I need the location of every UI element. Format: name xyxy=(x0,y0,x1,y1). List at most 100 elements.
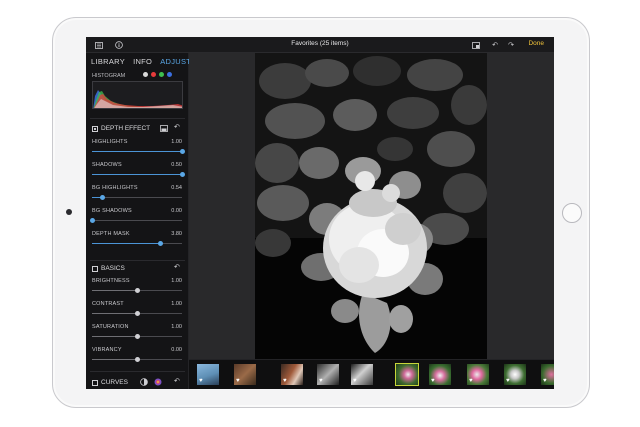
slider-handle[interactable] xyxy=(100,195,106,200)
slider-track[interactable] xyxy=(89,218,182,223)
histogram-graph xyxy=(92,81,183,109)
slider-handle[interactable] xyxy=(134,288,140,293)
slider-track[interactable] xyxy=(92,288,182,293)
slider-track[interactable] xyxy=(92,149,185,154)
slider-depth-mask[interactable]: Depth Mask 3.80 xyxy=(92,231,182,251)
slider-vibrancy[interactable]: Vibrancy 0.00 xyxy=(92,347,182,367)
basics-label: Basics xyxy=(101,265,125,272)
luminance-channel-toggle[interactable] xyxy=(143,72,148,77)
slider-handle[interactable] xyxy=(89,218,95,223)
depth-effect-label: Depth Effect xyxy=(101,125,151,132)
curves-header[interactable]: Curves xyxy=(92,379,128,386)
thumbnail[interactable]: ♥ xyxy=(429,364,451,385)
image-canvas[interactable] xyxy=(189,53,554,359)
section-divider xyxy=(90,371,185,372)
favorite-heart-icon: ♥ xyxy=(236,378,240,384)
slider-value: 0.54 xyxy=(171,185,182,191)
slider-value: 1.00 xyxy=(171,301,182,307)
thumbnail[interactable]: ♥ xyxy=(467,364,489,385)
compare-icon[interactable] xyxy=(471,40,481,50)
thumbnail[interactable]: ♥ xyxy=(281,364,303,385)
thumbnail[interactable]: ♥ xyxy=(317,364,339,385)
slider-label: Depth Mask xyxy=(92,231,130,237)
slider-track[interactable] xyxy=(92,195,182,200)
histogram-label: HISTOGRAM xyxy=(92,73,126,79)
curves-reset-icon[interactable]: ↶ xyxy=(174,377,180,385)
favorite-heart-icon: ♥ xyxy=(283,378,287,384)
slider-track[interactable] xyxy=(92,334,182,339)
slider-fill xyxy=(92,151,182,152)
slider-label: Saturation xyxy=(92,324,129,330)
slider-highlights[interactable]: Highlights 1.00 xyxy=(92,139,185,159)
depth-effect-header[interactable]: Depth Effect xyxy=(92,125,150,132)
slider-handle[interactable] xyxy=(134,311,140,316)
slider-label: Brightness xyxy=(92,278,130,284)
thumbnail-selected[interactable] xyxy=(395,363,419,386)
thumbnail[interactable]: ♥ xyxy=(351,364,373,385)
slider-handle[interactable] xyxy=(134,334,140,339)
undo-icon[interactable]: ↶ xyxy=(490,40,500,50)
slider-bg-shadows[interactable]: Bg Shadows 0.00 xyxy=(89,208,182,228)
slider-handle[interactable] xyxy=(134,357,140,362)
top-toolbar: Favorites (25 items) ↶ ↷ Done xyxy=(86,37,554,53)
slider-handle[interactable] xyxy=(179,172,185,177)
depth-effect-reset-icon[interactable]: ↶ xyxy=(174,123,180,131)
done-button[interactable]: Done xyxy=(528,40,544,47)
slider-track[interactable] xyxy=(92,241,182,246)
red-channel-toggle[interactable] xyxy=(151,72,156,77)
slider-label: Highlights xyxy=(92,139,128,145)
slider-fill xyxy=(92,243,161,244)
home-button[interactable] xyxy=(562,203,582,223)
thumbnail[interactable]: ♥ xyxy=(541,364,554,385)
slider-fill xyxy=(92,313,137,314)
basics-reset-icon[interactable]: ↶ xyxy=(174,263,180,271)
tab-adjust[interactable]: ADJUST xyxy=(160,57,191,66)
slider-track[interactable] xyxy=(92,357,182,362)
favorite-heart-icon: ♥ xyxy=(199,378,203,384)
green-channel-toggle[interactable] xyxy=(159,72,164,77)
slider-bg-highlights[interactable]: Bg Highlights 0.54 xyxy=(92,185,182,205)
slider-track[interactable] xyxy=(92,172,185,177)
slider-handle[interactable] xyxy=(179,149,185,154)
slider-track[interactable] xyxy=(92,311,182,316)
slider-fill xyxy=(92,290,137,291)
basics-header[interactable]: Basics xyxy=(92,265,125,272)
favorite-heart-icon: ♥ xyxy=(543,378,547,384)
favorite-heart-icon: ♥ xyxy=(506,378,510,384)
slider-brightness[interactable]: Brightness 1.00 xyxy=(92,278,182,298)
app-screen: Favorites (25 items) ↶ ↷ Done LIBRARY IN… xyxy=(86,37,554,389)
slider-saturation[interactable]: Saturation 1.00 xyxy=(92,324,182,344)
slider-fill xyxy=(92,174,182,175)
thumbnail-filmstrip[interactable]: ♥ ♥ ♥ ♥ ♥ ♥ ♥ ♥ ♥ xyxy=(189,359,554,389)
section-divider xyxy=(90,118,185,119)
favorite-heart-icon: ♥ xyxy=(469,378,473,384)
blue-channel-toggle[interactable] xyxy=(167,72,172,77)
slider-value: 0.00 xyxy=(171,208,182,214)
slider-value: 1.00 xyxy=(171,278,182,284)
sidebar-tabs: LIBRARY INFO ADJUST xyxy=(91,57,191,66)
slider-shadows[interactable]: Shadows 0.50 xyxy=(92,162,185,182)
slider-fill xyxy=(92,359,137,360)
section-divider xyxy=(90,260,185,261)
depth-effect-checkbox[interactable] xyxy=(92,125,98,132)
slider-value: 0.50 xyxy=(171,162,182,168)
depth-mask-view-icon[interactable] xyxy=(160,125,168,134)
info-circle-icon[interactable] xyxy=(114,40,124,50)
thumbnail[interactable]: ♥ xyxy=(504,364,526,385)
basics-checkbox[interactable] xyxy=(92,265,98,272)
slider-contrast[interactable]: Contrast 1.00 xyxy=(92,301,182,321)
adjust-sidebar: LIBRARY INFO ADJUST HISTOGRAM Depth Effe… xyxy=(86,53,191,389)
curves-color-channel-icon[interactable] xyxy=(154,378,162,388)
thumbnail[interactable]: ♥ xyxy=(234,364,256,385)
slider-handle[interactable] xyxy=(157,241,163,246)
favorite-heart-icon: ♥ xyxy=(353,378,357,384)
front-camera xyxy=(66,209,72,215)
thumbnail[interactable]: ♥ xyxy=(197,364,219,385)
curves-checkbox[interactable] xyxy=(92,379,98,386)
tab-info[interactable]: INFO xyxy=(133,57,152,66)
tab-library[interactable]: LIBRARY xyxy=(91,57,125,66)
sidebar-toggle-icon[interactable] xyxy=(94,40,104,50)
curves-mode-icon[interactable] xyxy=(140,378,148,388)
redo-icon[interactable]: ↷ xyxy=(506,40,516,50)
curves-label: Curves xyxy=(101,379,128,386)
